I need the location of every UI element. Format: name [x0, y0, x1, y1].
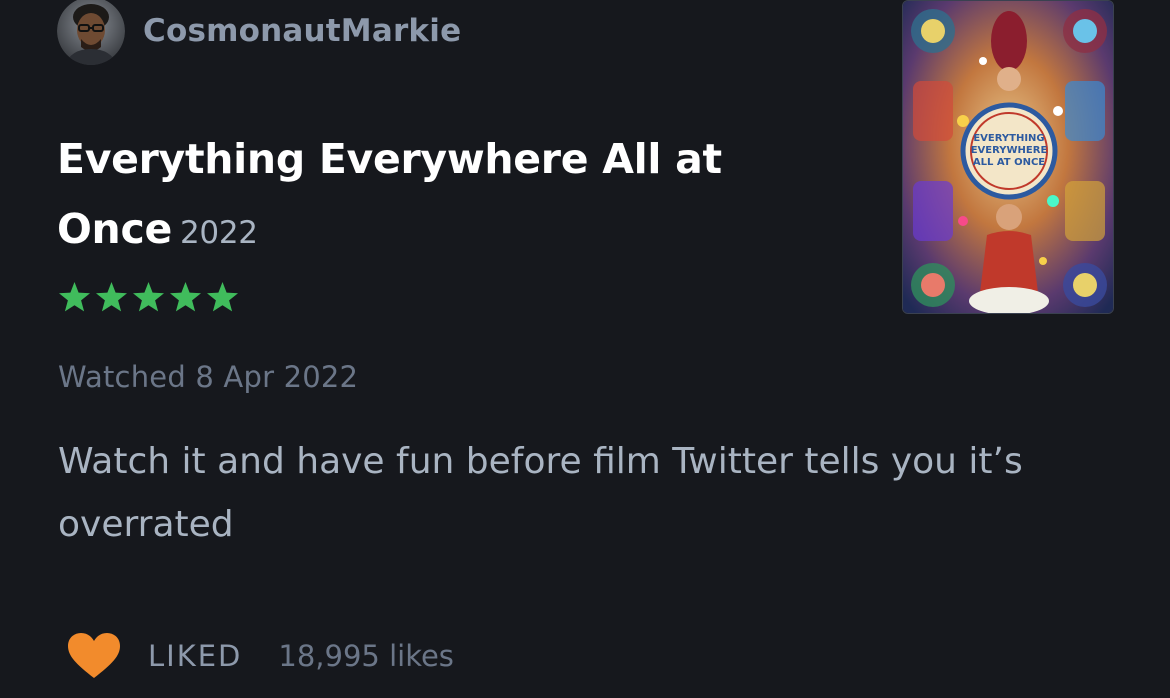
film-title[interactable]: Everything Everywhere All at Once [57, 135, 722, 253]
svg-text:ALL AT ONCE: ALL AT ONCE [973, 157, 1045, 168]
film-title-block[interactable]: Everything Everywhere All at Once 2022 [57, 124, 817, 268]
svg-text:EVERYTHING: EVERYTHING [973, 133, 1044, 144]
film-year[interactable]: 2022 [180, 215, 258, 251]
review-author[interactable]: CosmonautMarkie [57, 0, 461, 66]
liked-label[interactable]: LIKED [148, 639, 242, 673]
heart-icon[interactable] [66, 632, 148, 680]
film-poster[interactable]: EVERYTHING EVERYWHERE ALL AT ONCE [902, 0, 1114, 314]
star-rating [58, 281, 239, 314]
svg-text:EVERYWHERE: EVERYWHERE [971, 145, 1048, 156]
review-text: Watch it and have fun before film Twitte… [58, 441, 1023, 545]
watched-date: Watched 8 Apr 2022 [58, 360, 359, 394]
likes-count[interactable]: 18,995 likes [278, 639, 454, 673]
star-icon [133, 282, 164, 312]
star-icon [59, 282, 90, 312]
like-bar: LIKED 18,995 likes [66, 630, 454, 682]
avatar[interactable] [57, 0, 125, 65]
star-icon [96, 282, 127, 312]
author-username[interactable]: CosmonautMarkie [143, 13, 461, 49]
review-card: CosmonautMarkie Everything Everywhere Al… [0, 0, 1170, 698]
star-icon [207, 282, 238, 312]
star-icon [170, 282, 201, 312]
